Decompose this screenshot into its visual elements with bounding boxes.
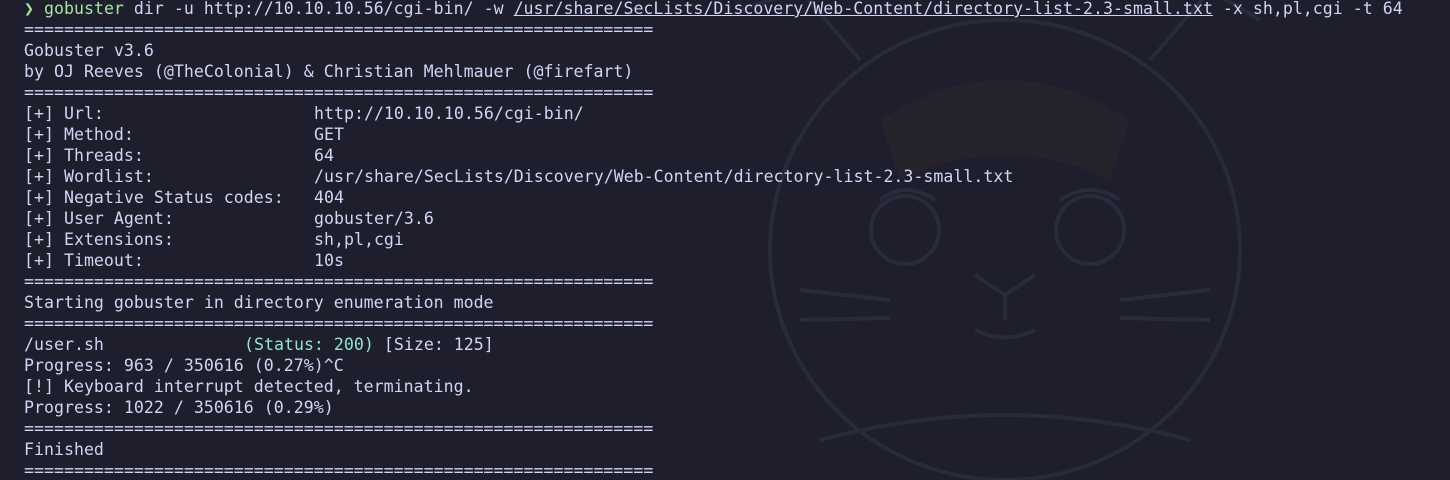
- config-key: [+] Extensions:: [24, 230, 174, 249]
- progress-line: Progress: 1022 / 350616 (0.29%): [24, 398, 334, 417]
- config-key: [+] User Agent:: [24, 209, 174, 228]
- separator-line: ========================================…: [24, 83, 654, 102]
- result-size: [Size: 125]: [383, 335, 494, 354]
- separator-line: ========================================…: [24, 419, 654, 438]
- result-path: /user.sh: [24, 335, 104, 354]
- terminal-output: ❯ gobuster dir -u http://10.10.10.56/cgi…: [24, 0, 1403, 480]
- config-key: [+] Wordlist:: [24, 167, 154, 186]
- progress-line: Progress: 963 / 350616 (0.27%)^C: [24, 356, 344, 375]
- config-row-negative-status: [+] Negative Status codes: 404: [24, 187, 1403, 208]
- separator-line: ========================================…: [24, 461, 654, 480]
- prompt-symbol: ❯: [24, 0, 34, 18]
- wordlist-path-link[interactable]: /usr/share/SecLists/Discovery/Web-Conten…: [514, 0, 1213, 18]
- config-value: gobuster/3.6: [314, 209, 434, 228]
- config-row-timeout: [+] Timeout: 10s: [24, 250, 1403, 271]
- config-row-wordlist: [+] Wordlist: /usr/share/SecLists/Discove…: [24, 166, 1403, 187]
- finished-line: Finished: [24, 440, 104, 459]
- config-value: 404: [314, 188, 344, 207]
- config-row-method: [+] Method: GET: [24, 124, 1403, 145]
- config-value: 64: [314, 146, 334, 165]
- config-key: [+] Threads:: [24, 146, 144, 165]
- interrupt-line: [!] Keyboard interrupt detected, termina…: [24, 377, 474, 396]
- command-line: ❯ gobuster dir -u http://10.10.10.56/cgi…: [24, 0, 1403, 19]
- command-args: dir -u http://10.10.10.56/cgi-bin/ -w: [123, 0, 514, 18]
- config-key: [+] Method:: [24, 125, 134, 144]
- config-value: http://10.10.10.56/cgi-bin/: [314, 104, 584, 123]
- terminal-window[interactable]: ❯ gobuster dir -u http://10.10.10.56/cgi…: [0, 0, 1450, 480]
- banner-name: Gobuster v3.6: [24, 41, 154, 60]
- config-key: [+] Url:: [24, 104, 104, 123]
- config-row-extensions: [+] Extensions: sh,pl,cgi: [24, 229, 1403, 250]
- command-program: gobuster: [44, 0, 124, 18]
- banner-authors: by OJ Reeves (@TheColonial) & Christian …: [24, 62, 634, 81]
- separator-line: ========================================…: [24, 272, 654, 291]
- result-status: (Status: 200): [244, 335, 374, 354]
- mode-line: Starting gobuster in directory enumerati…: [24, 293, 494, 312]
- result-row: /user.sh (Status: 200) [Size: 125]: [24, 334, 1403, 355]
- separator-line: ========================================…: [24, 20, 654, 39]
- config-row-user-agent: [+] User Agent: gobuster/3.6: [24, 208, 1403, 229]
- command-flags: -x sh,pl,cgi -t 64: [1212, 0, 1403, 18]
- separator-line: ========================================…: [24, 314, 654, 333]
- config-row-threads: [+] Threads: 64: [24, 145, 1403, 166]
- config-value: sh,pl,cgi: [314, 230, 404, 249]
- config-row-url: [+] Url: http://10.10.10.56/cgi-bin/: [24, 103, 1403, 124]
- config-value: GET: [314, 125, 344, 144]
- config-key: [+] Timeout:: [24, 251, 144, 270]
- config-key: [+] Negative Status codes:: [24, 188, 284, 207]
- config-value: /usr/share/SecLists/Discovery/Web-Conten…: [314, 167, 1014, 186]
- config-value: 10s: [314, 251, 344, 270]
